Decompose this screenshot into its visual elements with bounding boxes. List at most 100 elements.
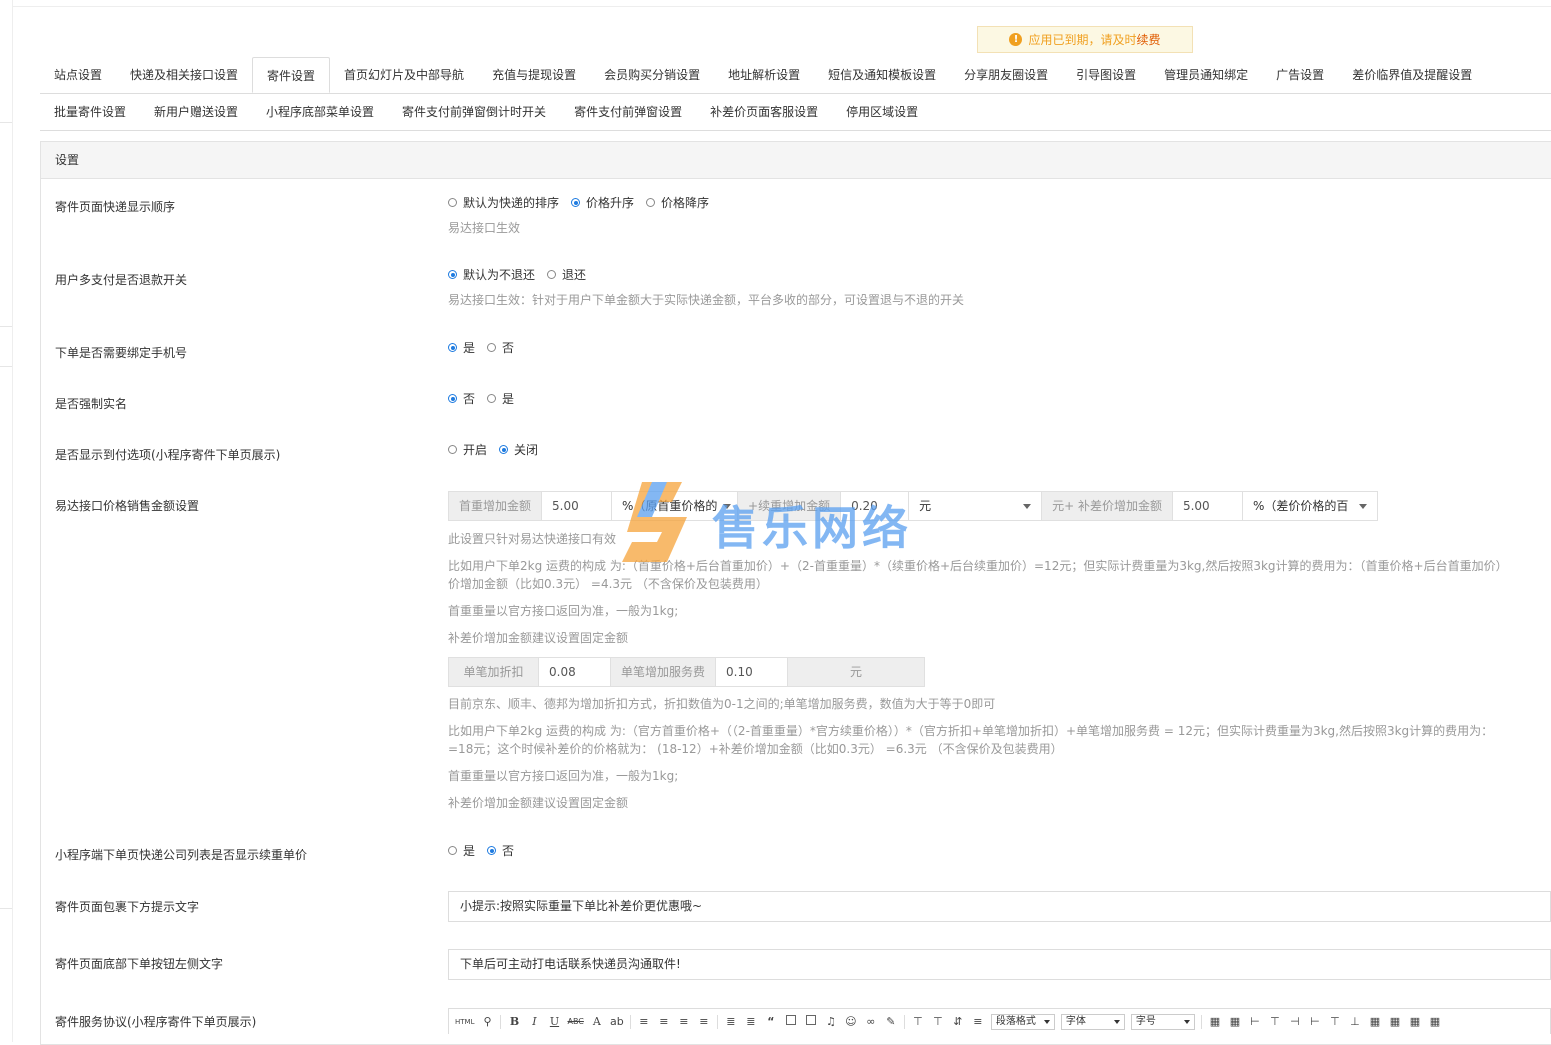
- radio-option[interactable]: 关闭: [499, 441, 538, 458]
- html-source-button[interactable]: HTML: [455, 1018, 474, 1026]
- radio-option[interactable]: 否: [448, 390, 475, 407]
- cont-weight-input[interactable]: 0.20: [841, 492, 910, 520]
- radio-option[interactable]: 是: [448, 842, 475, 859]
- table-col-after-icon[interactable]: ⊤: [1328, 1015, 1342, 1028]
- radio-option[interactable]: 开启: [448, 441, 487, 458]
- bold-button[interactable]: B: [507, 1015, 521, 1028]
- top-divider: [12, 6, 1551, 7]
- underline-button[interactable]: U: [547, 1015, 561, 1028]
- tab-r1-1[interactable]: 快递及相关接口设置: [116, 57, 252, 93]
- service-fee-input[interactable]: 0.10: [716, 658, 789, 686]
- radio-dot-icon: [448, 394, 457, 403]
- first-weight-input[interactable]: 5.00: [542, 492, 613, 520]
- chevron-down-icon: [1023, 503, 1032, 509]
- video-icon[interactable]: [804, 1015, 818, 1028]
- table-row-after-icon[interactable]: ⊤: [1268, 1015, 1282, 1028]
- unordered-list-icon[interactable]: ≣: [744, 1015, 758, 1028]
- align-center-icon[interactable]: ≡: [657, 1015, 671, 1028]
- tab-r1-2[interactable]: 寄件设置: [252, 57, 331, 93]
- font-color-button[interactable]: A: [590, 1015, 604, 1028]
- tab-r1-0[interactable]: 站点设置: [40, 57, 116, 93]
- table-split-icon[interactable]: ▦: [1388, 1015, 1402, 1028]
- radio-cod: 开启 关闭: [448, 441, 550, 458]
- radio-option[interactable]: 退还: [547, 266, 586, 283]
- tab-r1-6[interactable]: 地址解析设置: [714, 57, 814, 93]
- tab-r2-0[interactable]: 批量寄件设置: [40, 94, 140, 130]
- label-package-tip: 寄件页面包裹下方提示文字: [55, 900, 200, 914]
- blockquote-icon[interactable]: “: [764, 1015, 778, 1028]
- eraser-icon[interactable]: ✎: [884, 1015, 898, 1028]
- tab-r2-4[interactable]: 寄件支付前弹窗设置: [560, 94, 696, 130]
- tab-r2-3[interactable]: 寄件支付前弹窗倒计时开关: [388, 94, 560, 130]
- extra-unit: %（差价价格的百: [1252, 499, 1349, 513]
- row-spacing-icon[interactable]: ⊤: [931, 1015, 945, 1028]
- left-sidebar-edge: [0, 0, 13, 1042]
- table-insert-icon[interactable]: ▦: [1228, 1015, 1242, 1028]
- paragraph-icon[interactable]: ≡: [971, 1015, 985, 1028]
- italic-button[interactable]: I: [527, 1015, 541, 1028]
- extra-input[interactable]: 5.00: [1172, 492, 1243, 520]
- cont-weight-addon: +续重增加金额: [738, 492, 842, 520]
- tab-r1-8[interactable]: 分享朋友圈设置: [950, 57, 1062, 93]
- discount-addon: 单笔加折扣: [449, 658, 539, 686]
- table-delete-row-icon[interactable]: ⊣: [1288, 1015, 1302, 1028]
- toolbar-separator: [716, 1014, 718, 1029]
- table-col-before-icon[interactable]: ⊢: [1308, 1015, 1322, 1028]
- radio-option[interactable]: 是: [487, 390, 514, 407]
- table-split-row-icon[interactable]: ▦: [1408, 1015, 1422, 1028]
- tab-r1-9[interactable]: 引导图设置: [1062, 57, 1150, 93]
- emoji-icon[interactable]: ☺: [844, 1015, 858, 1028]
- first-weight-unit-select[interactable]: %（原首重价格的: [612, 492, 739, 520]
- music-icon[interactable]: ♫: [824, 1015, 838, 1028]
- table-icon[interactable]: ▦: [1208, 1015, 1222, 1028]
- font-size-select[interactable]: 字号: [1130, 1013, 1195, 1030]
- font-family-select[interactable]: 字体: [1060, 1013, 1125, 1030]
- cont-weight-unit-select[interactable]: 元: [909, 492, 1043, 520]
- tab-r2-5[interactable]: 补差价页面客服设置: [696, 94, 832, 130]
- ordered-list-icon[interactable]: ≣: [724, 1015, 738, 1028]
- first-weight-unit: %（原首重价格的: [622, 499, 718, 513]
- price-input-group: 首重增加金额 5.00 %（原首重价格的 +续重增加金额 0.20 元 元+ 补…: [448, 491, 1378, 521]
- tab-r1-5[interactable]: 会员购买分销设置: [590, 57, 714, 93]
- tab-r2-1[interactable]: 新用户赠送设置: [140, 94, 252, 130]
- radio-option[interactable]: 否: [487, 842, 514, 859]
- radio-option-label: 否: [463, 392, 476, 406]
- tab-r1-4[interactable]: 充值与提现设置: [478, 57, 590, 93]
- highlight-icon[interactable]: ab: [610, 1015, 624, 1028]
- radio-option[interactable]: 否: [487, 339, 514, 356]
- bottom-tip-input[interactable]: 下单后可主动打电话联系快递员沟通取件!: [448, 949, 1551, 980]
- renew-link[interactable]: 续费: [1137, 33, 1161, 47]
- table-row-before-icon[interactable]: ⊢: [1248, 1015, 1262, 1028]
- paragraph-format-select[interactable]: 段落格式: [990, 1013, 1055, 1030]
- align-right-icon[interactable]: ≡: [677, 1015, 691, 1028]
- radio-option[interactable]: 价格降序: [646, 194, 709, 211]
- tab-r2-6[interactable]: 停用区域设置: [832, 94, 932, 130]
- tab-r1-3[interactable]: 首页幻灯片及中部导航: [330, 57, 478, 93]
- align-justify-icon[interactable]: ≡: [697, 1015, 711, 1028]
- align-left-icon[interactable]: ≡: [637, 1015, 651, 1028]
- radio-dot-icon: [487, 846, 497, 855]
- extra-unit-select[interactable]: %（差价价格的百: [1242, 492, 1377, 520]
- table-split-col-icon[interactable]: ▦: [1428, 1015, 1442, 1028]
- preview-icon[interactable]: ⚲: [480, 1015, 494, 1028]
- help-price-4: 补差价增加金额建议设置固定金额: [448, 631, 629, 645]
- radio-option[interactable]: 是: [448, 339, 475, 356]
- strikethrough-button[interactable]: ABC: [567, 1017, 583, 1026]
- tab-r2-2[interactable]: 小程序底部菜单设置: [252, 94, 388, 130]
- link-icon[interactable]: ∞: [864, 1015, 878, 1028]
- tab-r1-11[interactable]: 广告设置: [1262, 57, 1338, 93]
- line-height-icon[interactable]: ⇵: [951, 1015, 965, 1028]
- tab-r1-12[interactable]: 差价临界值及提醒设置: [1338, 57, 1486, 93]
- tab-r1-10[interactable]: 管理员通知绑定: [1150, 57, 1262, 93]
- image-icon[interactable]: [784, 1015, 798, 1028]
- package-tip-input[interactable]: 小提示:按照实际重量下单比补差价更优惠哦~: [448, 891, 1551, 922]
- service-fee-unit: 元: [788, 658, 924, 686]
- discount-input[interactable]: 0.08: [539, 658, 611, 686]
- radio-option[interactable]: 价格升序: [571, 194, 634, 211]
- radio-option[interactable]: 默认为快递的排序: [448, 194, 559, 211]
- table-delete-col-icon[interactable]: ⊥: [1348, 1015, 1362, 1028]
- table-merge-icon[interactable]: ▦: [1368, 1015, 1382, 1028]
- tab-r1-7[interactable]: 短信及通知模板设置: [814, 57, 950, 93]
- indent-icon[interactable]: ⊤: [911, 1015, 925, 1028]
- radio-option[interactable]: 默认为不退还: [448, 266, 535, 283]
